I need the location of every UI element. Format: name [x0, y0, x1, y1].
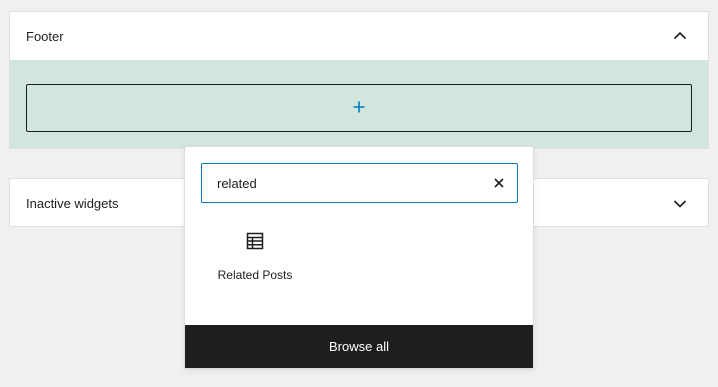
block-result-related-posts[interactable]: Related Posts: [205, 229, 305, 309]
footer-widget-content: [10, 60, 708, 148]
block-search-input[interactable]: [202, 164, 481, 202]
close-icon[interactable]: [481, 165, 517, 201]
browse-all-button[interactable]: Browse all: [185, 325, 533, 368]
add-block-button[interactable]: [26, 84, 692, 132]
inactive-panel-title: Inactive widgets: [26, 195, 119, 211]
footer-panel-header[interactable]: Footer: [10, 12, 708, 60]
chevron-down-icon[interactable]: [668, 191, 692, 215]
block-inserter-popover: Related Posts Browse all: [184, 146, 534, 369]
chevron-up-icon[interactable]: [668, 24, 692, 48]
footer-panel-title: Footer: [26, 28, 64, 44]
block-search-box: [201, 163, 518, 203]
plus-icon: [352, 100, 366, 117]
block-result-label: Related Posts: [217, 268, 293, 282]
footer-widget-area: Footer: [9, 11, 709, 149]
table-icon: [243, 229, 267, 253]
